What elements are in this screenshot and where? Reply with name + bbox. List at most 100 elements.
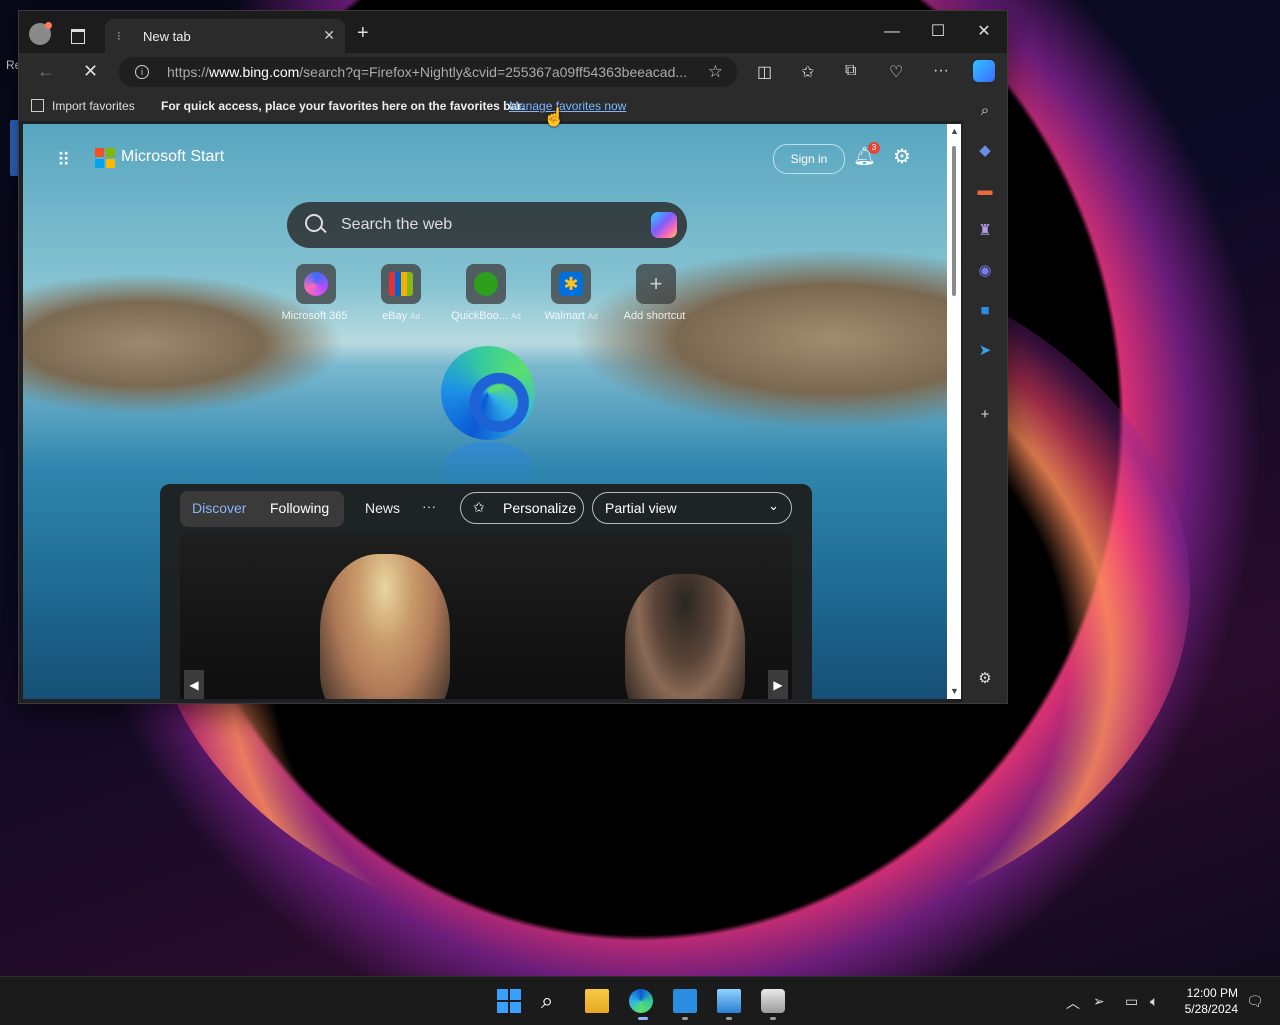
news-feed-panel: Discover Following News ··· ✩ Personaliz… [160, 484, 812, 699]
ad-label: Ad [410, 312, 420, 321]
active-app-indicator [638, 1017, 648, 1020]
scroll-down-icon[interactable]: ▼ [950, 686, 959, 696]
scroll-up-icon[interactable]: ▲ [950, 126, 959, 136]
feed-tab-group: Discover Following [180, 491, 344, 527]
personalize-button[interactable]: ✩ Personalize [460, 492, 584, 524]
shortcut-quickbooks[interactable]: QuickBoo... Ad [443, 264, 529, 322]
running-app-indicator [770, 1017, 776, 1020]
address-bar[interactable]: i https://www.bing.com/search?q=Firefox+… [119, 57, 737, 87]
back-button[interactable]: ← [37, 61, 55, 82]
minimize-button[interactable]: — [869, 17, 915, 47]
ebay-bag-icon [389, 272, 413, 296]
running-app-indicator [682, 1017, 688, 1020]
sparkle-icon: ✩ [473, 499, 485, 515]
import-favorites-button[interactable]: Import favorites [31, 99, 135, 113]
tab-actions-icon[interactable] [71, 29, 85, 44]
location-icon[interactable]: ➢ [1093, 993, 1105, 1010]
more-options-icon[interactable]: ··· [933, 62, 949, 80]
search-icon[interactable]: ⌕ [977, 103, 993, 119]
brand-title[interactable]: Microsoft Start [121, 148, 224, 166]
maximize-button[interactable]: ☐ [915, 17, 961, 47]
shortcut-microsoft-365[interactable]: Microsoft 365 [273, 264, 359, 322]
stop-loading-button[interactable]: ✕ [83, 61, 98, 82]
remote-desktop-icon[interactable] [717, 989, 741, 1013]
hero-news-image[interactable]: ◀ ▶ [180, 534, 792, 699]
browser-essentials-icon[interactable]: ♡ [889, 62, 903, 82]
personalize-label: Personalize [503, 500, 577, 516]
shortcut-ebay[interactable]: eBay Ad [358, 264, 444, 322]
chevron-up-icon[interactable]: ︿ [1066, 993, 1080, 1013]
games-icon[interactable]: ♜ [977, 223, 993, 239]
sidebar-settings-icon[interactable]: ⚙ [977, 671, 993, 687]
tab-discover[interactable]: Discover [192, 500, 246, 516]
add-sidebar-app-icon[interactable]: + [977, 407, 993, 423]
search-placeholder: Search the web [341, 216, 453, 233]
volume-icon[interactable]: 🔈︎ [1150, 993, 1158, 1010]
new-tab-button[interactable]: + [357, 23, 369, 43]
collections-icon[interactable]: ⧉ [845, 62, 856, 80]
tab-news[interactable]: News [365, 500, 400, 516]
carousel-next-button[interactable]: ▶ [768, 670, 788, 699]
start-page: ⠿ Microsoft Start Sign in 🔔︎ 3 ⚙ Search … [23, 124, 947, 699]
sign-in-button[interactable]: Sign in [773, 144, 845, 174]
clock-date: 5/28/2024 [1184, 1002, 1238, 1016]
shortcut-label: Walmart [544, 310, 585, 322]
manage-favorites-link[interactable]: Manage favorites now [509, 99, 626, 113]
copilot-icon[interactable] [973, 60, 995, 82]
microsoft-365-icon [304, 272, 328, 296]
more-tabs-button[interactable]: ··· [422, 498, 436, 514]
microsoft-logo [95, 148, 115, 168]
profile-avatar[interactable] [29, 22, 52, 45]
shortcut-walmart[interactable]: ✱ Walmart Ad [528, 264, 614, 322]
page-scrollbar[interactable]: ▲ ▼ [947, 124, 961, 699]
import-icon [31, 99, 44, 112]
tools-icon[interactable]: ▬ [977, 183, 993, 199]
favorites-icon[interactable]: ✩ [801, 62, 814, 82]
edge-icon[interactable] [629, 989, 653, 1013]
network-icon[interactable]: ▭ [1125, 993, 1138, 1010]
split-screen-icon[interactable]: ◫ [757, 62, 772, 82]
layout-dropdown[interactable]: Partial view ⌄ [592, 492, 792, 524]
microsoft-365-icon[interactable]: ◉ [977, 263, 993, 279]
person-right [625, 574, 745, 699]
carousel-prev-button[interactable]: ◀ [184, 670, 204, 699]
search-icon[interactable]: ⌕ [541, 989, 565, 1013]
person-left [320, 554, 450, 699]
mouse-pointer-icon: ☝ [543, 107, 566, 127]
notifications-icon[interactable]: 🗨 [1246, 993, 1264, 1010]
url-text[interactable]: https://www.bing.com/search?q=Firefox+Ni… [167, 64, 687, 80]
favorites-bar: Import favorites For quick access, place… [19, 91, 963, 121]
start-button[interactable] [497, 989, 521, 1013]
page-settings-icon[interactable]: ⚙ [893, 144, 911, 169]
shortcut-tile [466, 264, 506, 304]
shopping-icon[interactable]: ◆ [977, 143, 993, 159]
system-clock[interactable]: 12:00 PM 5/28/2024 [1180, 985, 1238, 1017]
drop-icon[interactable]: ➤ [977, 343, 993, 359]
shortcut-label: QuickBoo... [451, 310, 509, 322]
close-tab-icon[interactable]: ✕ [323, 27, 335, 44]
app-window-icon[interactable] [673, 989, 697, 1013]
add-favorite-icon[interactable]: ☆ [708, 62, 723, 82]
tab-title: New tab [143, 29, 191, 44]
web-search-box[interactable]: Search the web [287, 202, 687, 248]
tab-new-tab[interactable]: ⁝ New tab ✕ [105, 19, 345, 53]
loading-icon: ⁝ [117, 29, 121, 43]
shortcut-label: Add shortcut [623, 310, 686, 322]
control-panel-icon[interactable] [761, 989, 785, 1013]
ad-label: Ad [587, 312, 598, 321]
close-window-button[interactable]: ✕ [961, 17, 1007, 47]
search-icon [305, 214, 323, 232]
shortcut-label: eBay [382, 310, 408, 322]
running-app-indicator [726, 1017, 732, 1020]
info-icon[interactable]: i [135, 65, 149, 79]
scroll-thumb[interactable] [952, 146, 956, 296]
shortcut-tile: + [636, 264, 676, 304]
app-launcher-icon[interactable]: ⠿ [57, 150, 71, 171]
browser-window: ⁝ New tab ✕ + — ☐ ✕ ← ✕ i https://www.bi… [18, 10, 1008, 704]
tab-following[interactable]: Following [270, 500, 329, 516]
outlook-icon[interactable]: ■ [977, 303, 993, 319]
file-explorer-icon[interactable] [585, 989, 609, 1013]
add-shortcut-button[interactable]: + Add shortcut [613, 264, 699, 322]
ad-label: Ad [511, 312, 521, 321]
copilot-icon[interactable] [651, 212, 677, 238]
